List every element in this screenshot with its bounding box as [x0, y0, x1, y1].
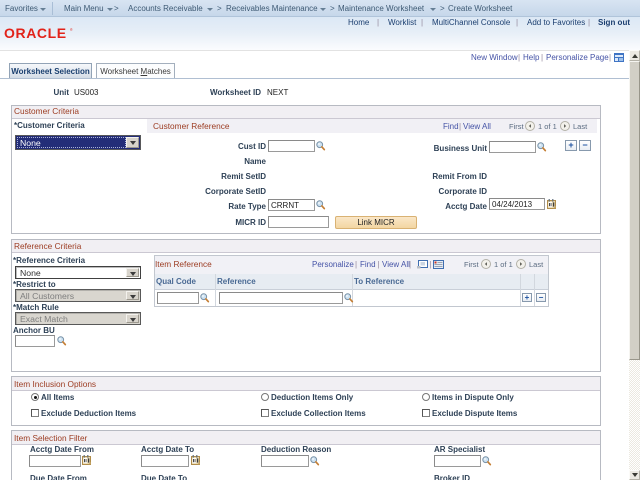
svg-text:®: ® — [70, 28, 73, 32]
svg-text:ORACLE: ORACLE — [4, 26, 67, 41]
